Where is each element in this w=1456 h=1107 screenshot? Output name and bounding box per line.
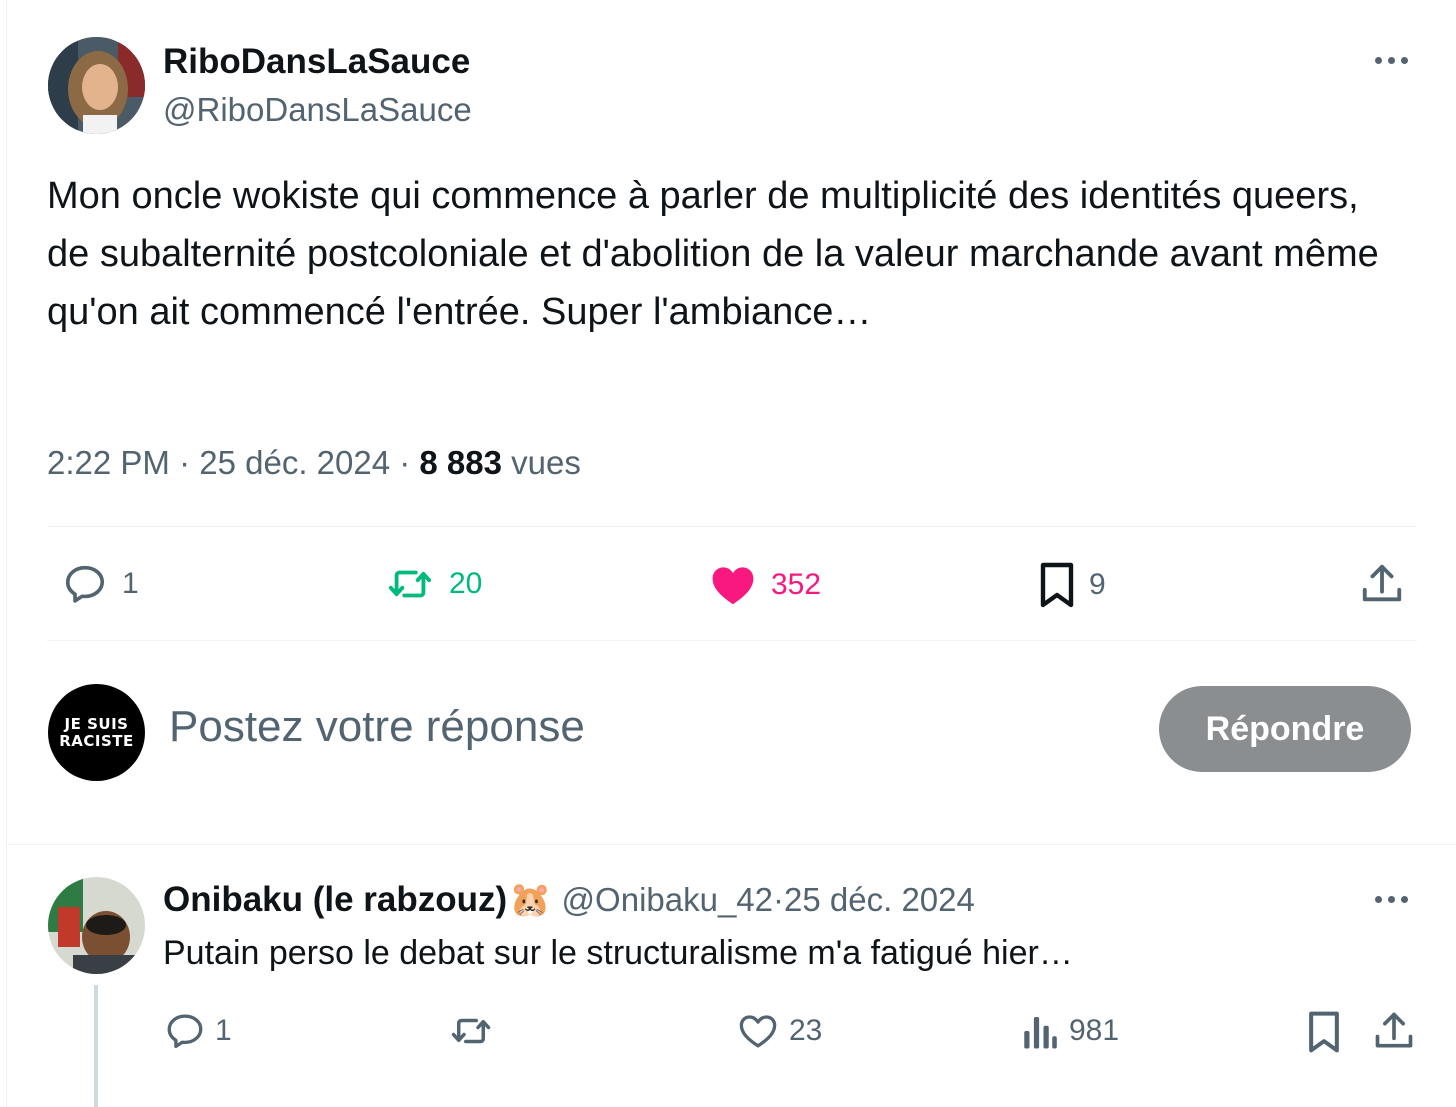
tweet-time[interactable]: 2:22 PM [47, 444, 170, 481]
reply-like-action[interactable]: 23 [735, 1010, 822, 1052]
heart-filled-icon [712, 567, 754, 605]
divider [47, 640, 1417, 641]
like-action[interactable]: 352 [707, 561, 821, 609]
avatar-text: JE SUIS [64, 714, 129, 733]
reply-count: 1 [122, 567, 139, 600]
reply-date[interactable]: 25 déc. 2024 [784, 881, 975, 919]
reply-text: Putain perso le debat sur le structurali… [163, 934, 1073, 972]
reply-more-options-icon[interactable] [1375, 896, 1408, 903]
avatar-text: RACISTE [59, 731, 134, 750]
author-display-name[interactable]: RiboDansLaSauce [163, 42, 470, 82]
reply-share-button[interactable] [1372, 1008, 1416, 1059]
tweet-meta: 2:22 PM · 25 déc. 2024 · 8 883 vues [47, 444, 581, 482]
meta-separator: · [773, 881, 785, 918]
views-label: vues [502, 444, 581, 481]
bookmark-action[interactable]: 9 [1037, 561, 1106, 609]
views-icon [1024, 1017, 1057, 1049]
divider [7, 844, 1456, 845]
hamster-emoji: 🐹 [509, 881, 552, 919]
reply-author-avatar[interactable] [48, 877, 145, 974]
reply-author-handle[interactable]: @Onibaku_42 [562, 881, 773, 919]
heart-icon [739, 1015, 777, 1048]
retweet-action[interactable]: 20 [383, 561, 482, 607]
reply-submit-button[interactable]: Répondre [1159, 686, 1411, 772]
share-button[interactable] [1359, 560, 1405, 613]
meta-separator: · [169, 444, 200, 481]
author-avatar[interactable] [48, 37, 145, 134]
reply-views-action[interactable]: 981 [1021, 1010, 1119, 1052]
retweet-icon [388, 570, 432, 598]
reply-avatar-image [48, 877, 145, 974]
retweet-icon [451, 1018, 491, 1044]
tweet-date[interactable]: 25 déc. 2024 [199, 444, 390, 481]
divider [47, 526, 1417, 527]
author-avatar-image [48, 37, 145, 134]
like-count: 352 [771, 568, 822, 601]
reply-header: Onibaku (le rabzouz) 🐹 @Onibaku_42 · 25 … [163, 880, 975, 920]
share-icon [1362, 564, 1402, 602]
reply-input[interactable]: Postez votre réponse [169, 702, 1069, 752]
reply-like-count: 23 [789, 1014, 823, 1047]
meta-separator: · [390, 444, 420, 481]
reply-views-count: 981 [1069, 1014, 1120, 1047]
bookmark-count: 9 [1089, 568, 1106, 601]
thread-line [94, 985, 98, 1107]
reply-bookmark-button[interactable] [1305, 1010, 1343, 1059]
reply-action[interactable]: 1 [60, 561, 139, 607]
bookmark-icon [1309, 1011, 1339, 1053]
reply-author-name[interactable]: Onibaku (le rabzouz) [163, 880, 507, 920]
bookmark-icon [1040, 562, 1074, 608]
author-handle[interactable]: @RiboDansLaSauce [163, 91, 472, 129]
views-count: 8 883 [419, 444, 502, 481]
reply-reply-action[interactable]: 1 [163, 1010, 232, 1052]
more-options-icon[interactable] [1375, 57, 1408, 64]
current-user-avatar[interactable]: JE SUIS RACISTE [48, 684, 145, 781]
reply-reply-count: 1 [215, 1014, 232, 1047]
tweet-text: Mon oncle wokiste qui commence à parler … [47, 175, 1379, 333]
reply-icon [167, 1014, 203, 1049]
share-icon [1375, 1012, 1413, 1048]
reply-icon [65, 565, 105, 603]
tweet-detail-panel: RiboDansLaSauce @RiboDansLaSauce Mon onc… [6, 0, 1456, 1107]
retweet-count: 20 [449, 567, 483, 600]
reply-retweet-action[interactable] [447, 1010, 507, 1052]
